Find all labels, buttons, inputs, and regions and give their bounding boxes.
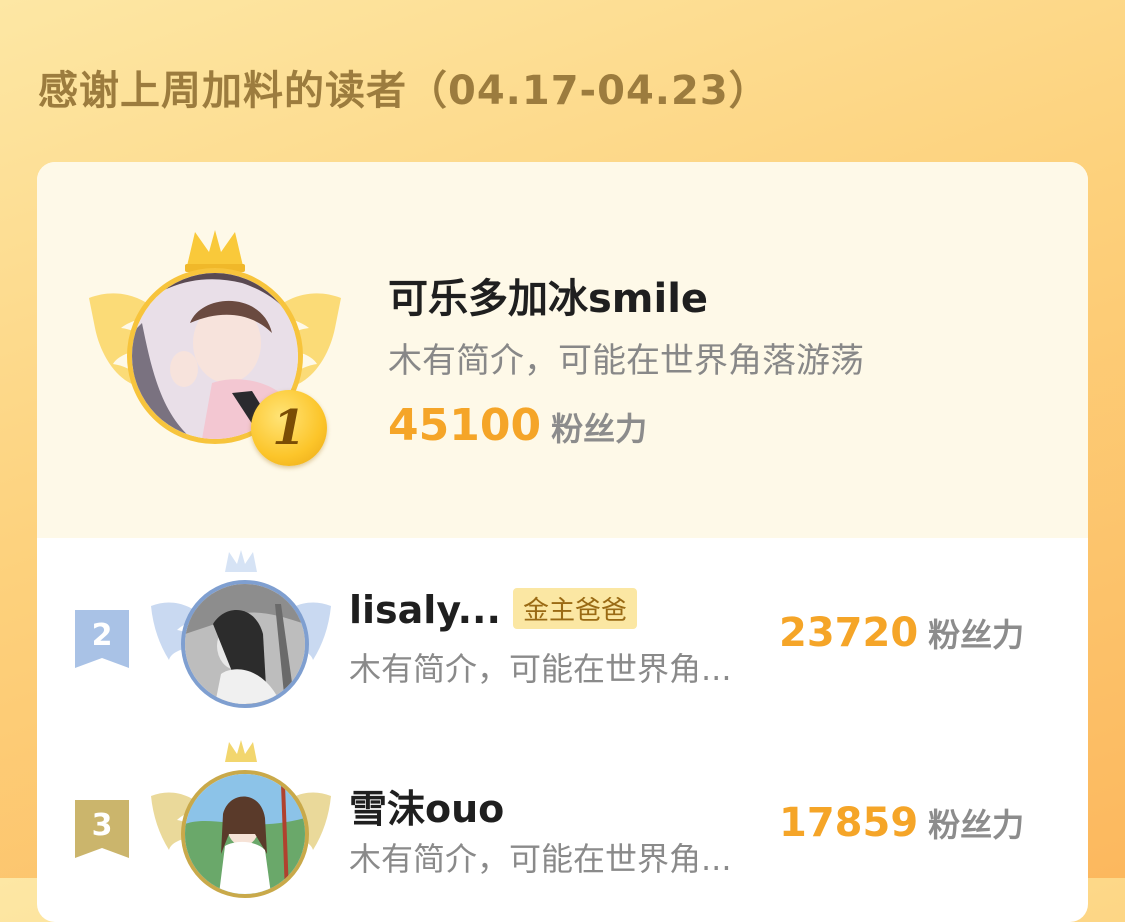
leaderboard-card: 1 可乐多加冰smile 木有简介，可能在世界角落游荡 45100粉丝力 2 bbox=[37, 162, 1088, 922]
reader-3-avatar[interactable] bbox=[181, 770, 309, 898]
rank-2-ribbon: 2 bbox=[75, 610, 129, 668]
sponsor-badge: 金主爸爸 bbox=[512, 588, 637, 629]
rank-1-medal: 1 bbox=[251, 390, 327, 466]
reader-2-points-unit: 粉丝力 bbox=[928, 616, 1025, 654]
rank-3-ribbon: 3 bbox=[75, 800, 129, 858]
reader-3-points: 17859 粉丝力 bbox=[779, 800, 1024, 846]
top-reader-section[interactable]: 1 可乐多加冰smile 木有简介，可能在世界角落游荡 45100 粉丝力 bbox=[37, 162, 1088, 538]
reader-2-points: 23720 粉丝力 bbox=[779, 610, 1024, 656]
silver-avatar-frame bbox=[151, 550, 331, 720]
rank-3-number: 3 bbox=[91, 808, 113, 843]
reader-2-name-line: lisaly... 金主爸爸 bbox=[349, 588, 637, 633]
top-reader-name[interactable]: 可乐多加冰smile bbox=[388, 266, 708, 324]
rank-2-number: 2 bbox=[91, 618, 113, 653]
reader-3-name-line: 雪沫ouo bbox=[349, 778, 504, 833]
reader-2-name[interactable]: lisaly... bbox=[349, 588, 501, 632]
reader-3-points-unit: 粉丝力 bbox=[928, 806, 1025, 844]
top-reader-points-unit: 粉丝力 bbox=[551, 410, 648, 448]
top-reader-points: 45100 粉丝力 bbox=[388, 400, 647, 451]
list-item-rank-2[interactable]: 2 lisaly... 金主爸爸 木有简介，可能在世界角... 23720 粉丝… bbox=[37, 538, 1088, 728]
top-reader-points-value: 45100 bbox=[388, 400, 542, 451]
reader-3-bio: 木有简介，可能在世界角... bbox=[349, 840, 732, 878]
page-title: 感谢上周加料的读者（04.17-04.23） bbox=[38, 68, 770, 114]
gold-avatar-frame: 1 bbox=[85, 228, 345, 468]
reader-3-points-value: 17859 bbox=[779, 800, 919, 846]
top-reader-bio: 木有简介，可能在世界角落游荡 bbox=[388, 341, 864, 381]
reader-3-name[interactable]: 雪沫ouo bbox=[349, 787, 504, 831]
reader-2-points-value: 23720 bbox=[779, 610, 919, 656]
reader-2-avatar[interactable] bbox=[181, 580, 309, 708]
bronze-avatar-frame bbox=[151, 740, 331, 910]
reader-2-bio: 木有简介，可能在世界角... bbox=[349, 650, 732, 688]
list-item-rank-3[interactable]: 3 雪沫ouo 木有简介，可能在世界角... 17859 粉丝力 bbox=[37, 728, 1088, 918]
